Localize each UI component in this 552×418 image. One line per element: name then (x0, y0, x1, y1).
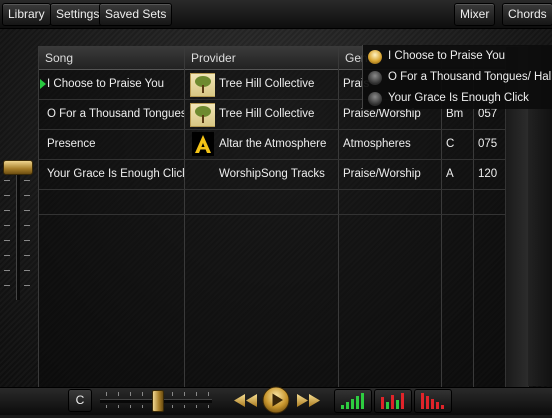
table-row-empty (39, 190, 505, 215)
table-row[interactable]: Your Grace Is Enough Click WorshipSong T… (39, 160, 505, 190)
setlist-item[interactable]: I Choose to Praise You (363, 46, 552, 67)
song-tempo: 075 (478, 138, 498, 150)
song-title: O For a Thousand Tongues (47, 108, 184, 120)
altar-a-thumbnail (185, 130, 215, 159)
inactive-indicator-icon (368, 92, 382, 106)
song-title: I Choose to Praise You (47, 78, 164, 90)
genre: Praise/Worship (343, 168, 421, 180)
table-row[interactable]: Presence Altar the Atmosphere Atmosphere… (39, 130, 505, 160)
tree-thumbnail (185, 100, 215, 129)
active-indicator-icon (368, 50, 382, 64)
provider-name: Tree Hill Collective (219, 108, 315, 120)
level-meter-red-icon[interactable] (414, 389, 452, 413)
level-meter-mixed-icon[interactable] (374, 389, 412, 413)
top-toolbar: Library Settings Saved Sets Mixer Chords (0, 0, 552, 29)
column-header-provider[interactable]: Provider (185, 47, 236, 69)
song-tempo: 120 (478, 168, 498, 180)
tree-thumbnail (185, 70, 215, 99)
key-button[interactable]: C (68, 389, 92, 412)
setlist-item[interactable]: Your Grace Is Enough Click (363, 88, 552, 109)
inactive-indicator-icon (368, 71, 382, 85)
song-title: Presence (47, 138, 96, 150)
vertical-volume-slider[interactable] (0, 150, 34, 310)
horizontal-slider[interactable] (96, 390, 218, 412)
setlist-item-label: I Choose to Praise You (388, 50, 505, 62)
level-meter-green-icon[interactable] (334, 389, 372, 413)
rewind-icon[interactable] (232, 390, 260, 411)
slider-knob[interactable] (152, 390, 164, 412)
provider-name: Tree Hill Collective (219, 78, 315, 90)
slider-knob[interactable] (3, 160, 33, 175)
mixer-button[interactable]: Mixer (454, 3, 496, 26)
settings-button[interactable]: Settings (50, 3, 106, 26)
setlist-item-label: Your Grace Is Enough Click (388, 92, 529, 104)
column-header-song[interactable]: Song (39, 47, 73, 69)
saved-sets-button[interactable]: Saved Sets (99, 3, 173, 26)
song-key: A (446, 168, 454, 180)
setlist-item[interactable]: O For a Thousand Tongues/ Hal (363, 67, 552, 88)
play-icon[interactable] (262, 386, 290, 414)
setlist-dropdown: I Choose to Praise You O For a Thousand … (362, 45, 552, 109)
genre: Atmospheres (343, 138, 411, 150)
setlist-item-label: O For a Thousand Tongues/ Hal (388, 71, 552, 83)
library-button[interactable]: Library (2, 3, 51, 26)
slider-track (16, 160, 20, 300)
chords-button[interactable]: Chords (502, 3, 552, 26)
song-title: Your Grace Is Enough Click (47, 168, 184, 180)
fast-forward-icon[interactable] (294, 390, 322, 411)
now-playing-marker (40, 79, 46, 89)
song-key: C (446, 138, 455, 150)
provider-name: WorshipSong Tracks (219, 168, 325, 180)
provider-name: Altar the Atmosphere (219, 138, 327, 150)
